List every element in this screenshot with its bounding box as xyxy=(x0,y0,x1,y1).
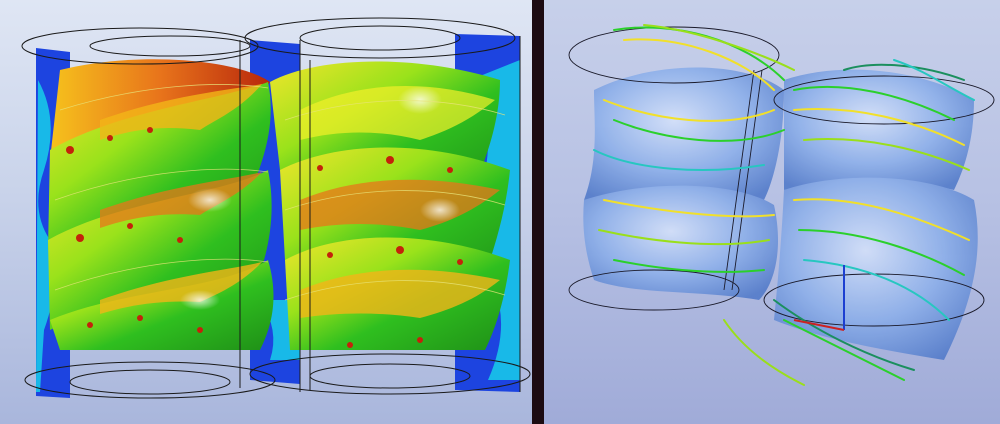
streamline-render xyxy=(568,24,995,386)
right-rotor xyxy=(270,61,510,350)
left-render-viewport xyxy=(0,0,532,424)
right-render-viewport xyxy=(544,0,1000,424)
panel-divider xyxy=(532,0,544,424)
contour-render xyxy=(21,17,531,399)
